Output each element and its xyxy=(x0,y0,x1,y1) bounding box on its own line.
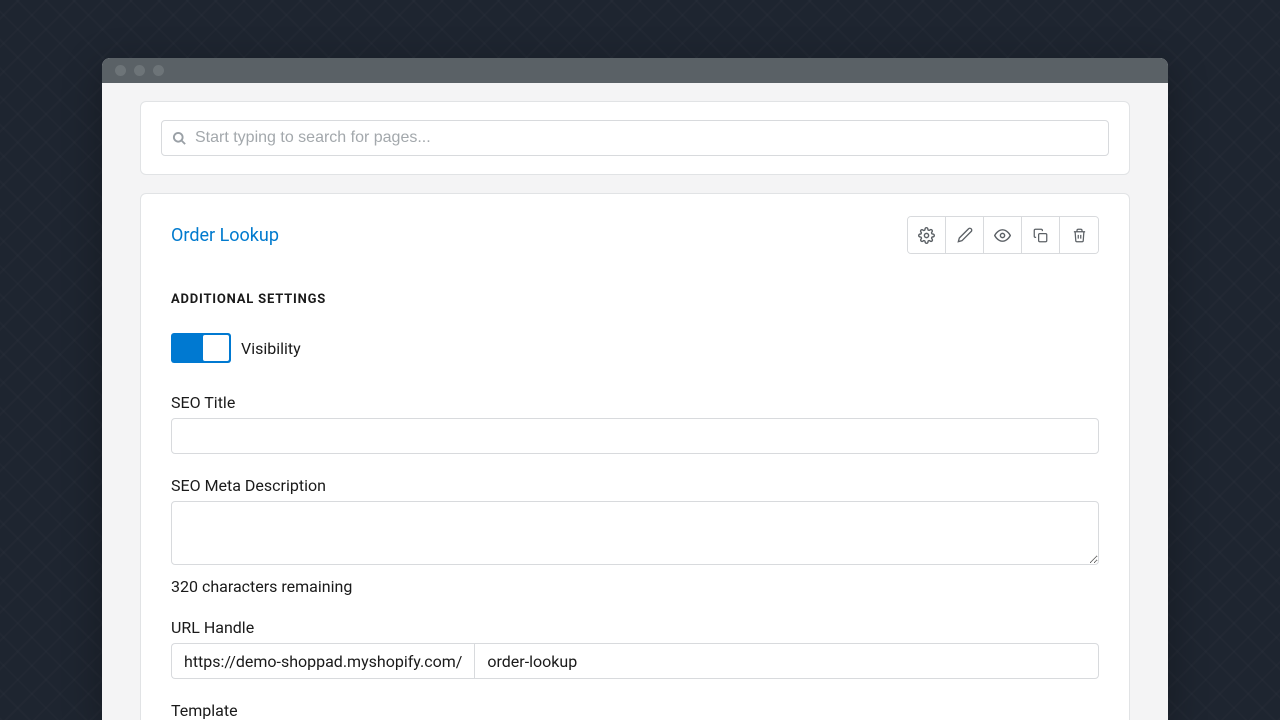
url-handle-row: https://demo-shoppad.myshopify.com/ xyxy=(171,643,1099,679)
window-titlebar xyxy=(102,58,1168,83)
close-window-button[interactable] xyxy=(115,65,126,76)
seo-meta-label: SEO Meta Description xyxy=(171,476,1099,495)
action-button-group xyxy=(907,216,1099,254)
window-content: Order Lookup xyxy=(102,101,1168,720)
pencil-icon xyxy=(957,227,973,243)
seo-title-input[interactable] xyxy=(171,418,1099,454)
seo-title-group: SEO Title xyxy=(171,393,1099,454)
url-handle-input[interactable] xyxy=(474,643,1099,679)
gear-icon xyxy=(918,227,935,244)
seo-meta-helper: 320 characters remaining xyxy=(171,577,1099,596)
seo-title-label: SEO Title xyxy=(171,393,1099,412)
search-icon xyxy=(172,131,187,146)
card-header: Order Lookup xyxy=(171,216,1099,254)
search-input[interactable] xyxy=(187,129,1098,147)
minimize-window-button[interactable] xyxy=(134,65,145,76)
visibility-label: Visibility xyxy=(241,339,301,358)
section-heading: ADDITIONAL SETTINGS xyxy=(171,292,1099,307)
page-settings-card: Order Lookup xyxy=(140,193,1130,720)
duplicate-button[interactable] xyxy=(1022,217,1060,253)
visibility-toggle[interactable] xyxy=(171,333,231,363)
search-card xyxy=(140,101,1130,175)
seo-meta-input[interactable] xyxy=(171,501,1099,565)
toggle-knob xyxy=(203,335,229,361)
settings-button[interactable] xyxy=(908,217,946,253)
page-title[interactable]: Order Lookup xyxy=(171,225,279,246)
template-label: Template xyxy=(171,701,1099,720)
copy-icon xyxy=(1033,228,1048,243)
seo-meta-group: SEO Meta Description 320 characters rema… xyxy=(171,476,1099,596)
url-prefix: https://demo-shoppad.myshopify.com/ xyxy=(171,643,474,679)
url-handle-group: URL Handle https://demo-shoppad.myshopif… xyxy=(171,618,1099,679)
search-field-wrap xyxy=(161,120,1109,156)
url-handle-label: URL Handle xyxy=(171,618,1099,637)
eye-icon xyxy=(994,227,1011,244)
visibility-row: Visibility xyxy=(171,333,1099,363)
delete-button[interactable] xyxy=(1060,217,1098,253)
maximize-window-button[interactable] xyxy=(153,65,164,76)
template-group: Template page.details xyxy=(171,701,1099,720)
trash-icon xyxy=(1072,228,1087,243)
view-button[interactable] xyxy=(984,217,1022,253)
edit-button[interactable] xyxy=(946,217,984,253)
app-window: Order Lookup xyxy=(102,58,1168,720)
